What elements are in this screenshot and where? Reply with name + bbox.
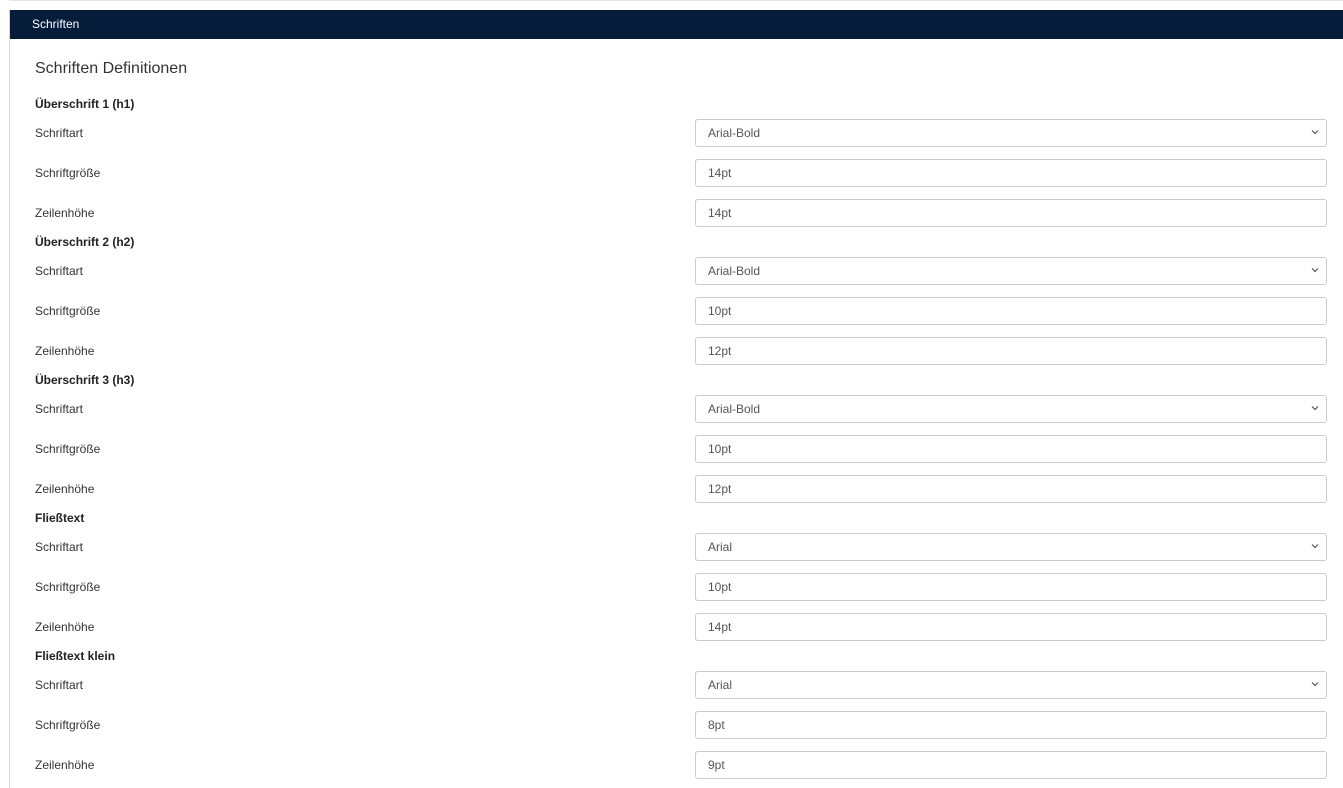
font-group: Fließtext Schriftart Arial Schriftgröße … [35, 509, 1328, 647]
chevron-down-icon [1311, 268, 1319, 273]
section-title: Schriften Definitionen [35, 60, 188, 77]
font-group: Überschrift 2 (h2) Schriftart Arial-Bold… [35, 233, 1328, 371]
line-height-input[interactable] [695, 199, 1327, 227]
group-title: Überschrift 2 (h2) [35, 235, 135, 249]
line-height-row: Zeilenhöhe [35, 607, 1328, 647]
font-group: Fließtext klein Schriftart Arial Schrift… [35, 647, 1328, 785]
size-input[interactable] [695, 297, 1327, 325]
font-row: Schriftart Arial [35, 665, 1328, 705]
chevron-down-icon [1311, 544, 1319, 549]
font-select[interactable]: Arial-Bold [695, 395, 1327, 423]
line-height-row: Zeilenhöhe [35, 193, 1328, 233]
chevron-down-icon [1311, 406, 1319, 411]
size-row: Schriftgröße [35, 705, 1328, 745]
line-height-label: Zeilenhöhe [35, 482, 95, 496]
size-row: Schriftgröße [35, 567, 1328, 607]
group-title: Überschrift 1 (h1) [35, 97, 135, 111]
size-input[interactable] [695, 573, 1327, 601]
font-select[interactable]: Arial [695, 533, 1327, 561]
font-group: Überschrift 1 (h1) Schriftart Arial-Bold… [35, 95, 1328, 233]
font-label: Schriftart [35, 678, 84, 692]
panel-header: Schriften [10, 10, 1343, 39]
font-select-value[interactable]: Arial-Bold [695, 119, 1327, 147]
size-label: Schriftgröße [35, 718, 101, 732]
size-input[interactable] [695, 711, 1327, 739]
font-row: Schriftart Arial-Bold [35, 389, 1328, 429]
font-row: Schriftart Arial [35, 527, 1328, 567]
size-input[interactable] [695, 435, 1327, 463]
size-label: Schriftgröße [35, 304, 101, 318]
line-height-label: Zeilenhöhe [35, 344, 95, 358]
size-row: Schriftgröße [35, 291, 1328, 331]
size-label: Schriftgröße [35, 166, 101, 180]
size-input[interactable] [695, 159, 1327, 187]
line-height-row: Zeilenhöhe [35, 331, 1328, 371]
size-label: Schriftgröße [35, 580, 101, 594]
font-groups: Überschrift 1 (h1) Schriftart Arial-Bold… [35, 95, 1328, 785]
line-height-input[interactable] [695, 613, 1327, 641]
group-title: Fließtext [35, 511, 85, 525]
line-height-label: Zeilenhöhe [35, 620, 95, 634]
font-select[interactable]: Arial-Bold [695, 257, 1327, 285]
size-row: Schriftgröße [35, 429, 1328, 469]
font-select[interactable]: Arial [695, 671, 1327, 699]
font-select-value[interactable]: Arial-Bold [695, 257, 1327, 285]
size-row: Schriftgröße [35, 153, 1328, 193]
line-height-input[interactable] [695, 337, 1327, 365]
line-height-input[interactable] [695, 475, 1327, 503]
line-height-label: Zeilenhöhe [35, 206, 95, 220]
font-row: Schriftart Arial-Bold [35, 251, 1328, 291]
line-height-row: Zeilenhöhe [35, 469, 1328, 509]
font-label: Schriftart [35, 126, 84, 140]
font-select-value[interactable]: Arial-Bold [695, 395, 1327, 423]
font-select-value[interactable]: Arial [695, 533, 1327, 561]
fonts-panel: Schriften Schriften Definitionen Übersch… [9, 10, 1343, 788]
group-title: Fließtext klein [35, 649, 116, 663]
font-group: Überschrift 3 (h3) Schriftart Arial-Bold… [35, 371, 1328, 509]
panel-body: Schriften Definitionen Überschrift 1 (h1… [10, 39, 1343, 785]
line-height-label: Zeilenhöhe [35, 758, 95, 772]
group-title: Überschrift 3 (h3) [35, 373, 135, 387]
line-height-input[interactable] [695, 751, 1327, 779]
font-label: Schriftart [35, 402, 84, 416]
font-label: Schriftart [35, 540, 84, 554]
font-select[interactable]: Arial-Bold [695, 119, 1327, 147]
size-label: Schriftgröße [35, 442, 101, 456]
font-label: Schriftart [35, 264, 84, 278]
line-height-row: Zeilenhöhe [35, 745, 1328, 785]
font-select-value[interactable]: Arial [695, 671, 1327, 699]
chevron-down-icon [1311, 682, 1319, 687]
chevron-down-icon [1311, 130, 1319, 135]
font-row: Schriftart Arial-Bold [35, 113, 1328, 153]
